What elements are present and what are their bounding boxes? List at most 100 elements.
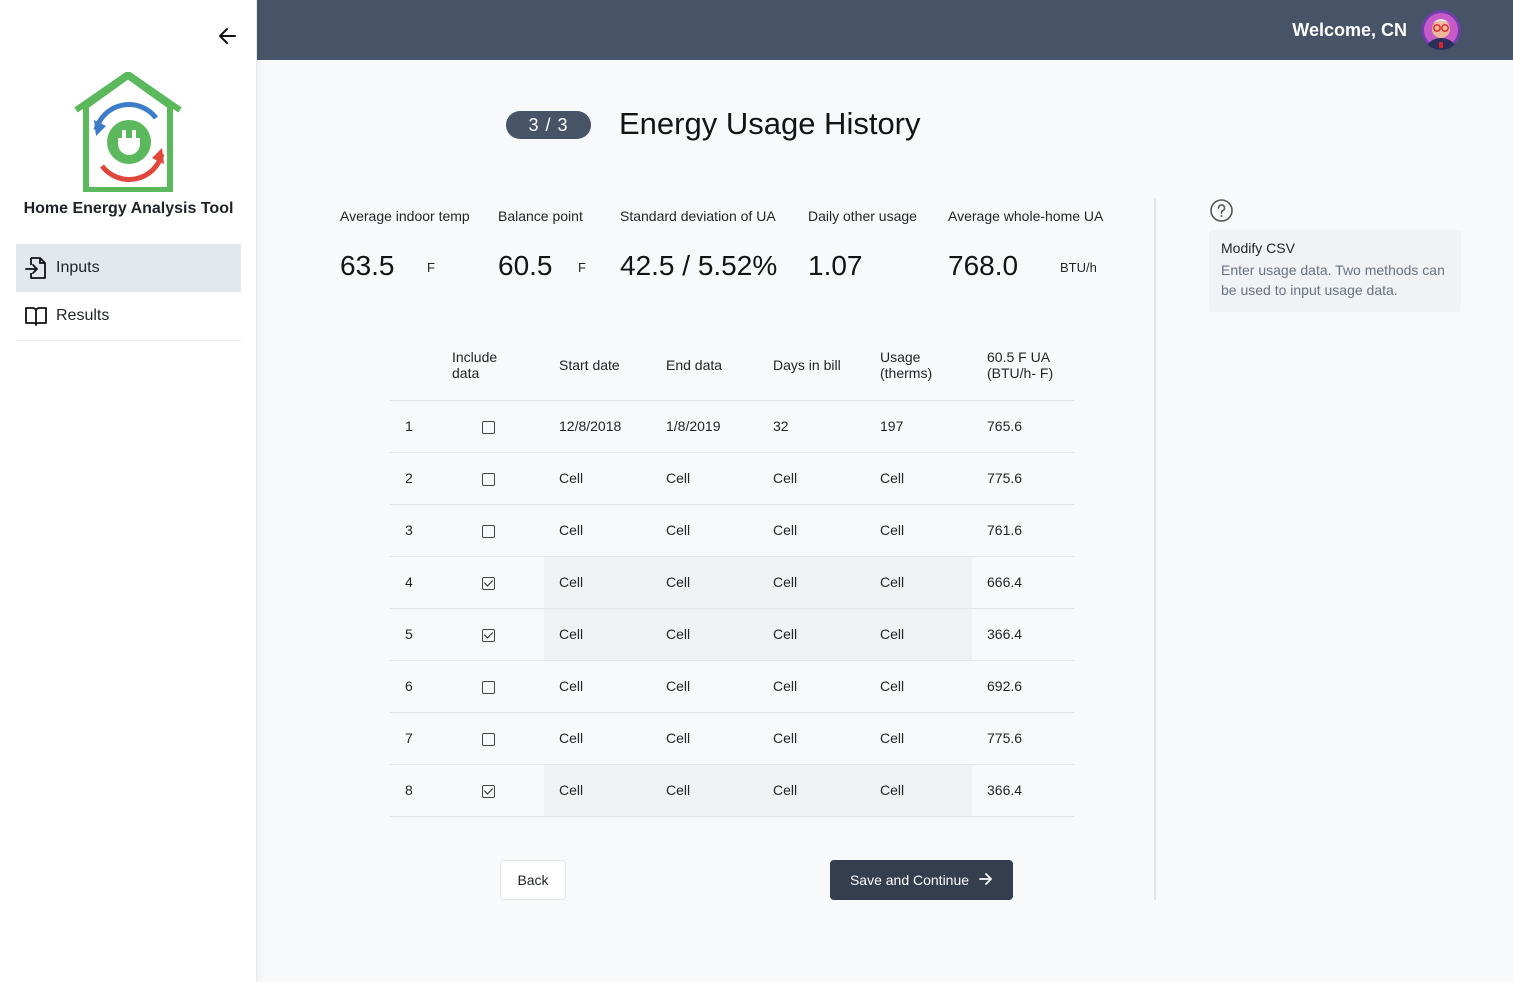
stat-label: Average indoor temp <box>340 208 470 224</box>
help-title: Modify CSV <box>1221 240 1295 256</box>
back-button[interactable]: Back <box>500 860 566 900</box>
end-date-cell: 1/8/2019 <box>651 399 758 452</box>
ua-cell: 765.6 <box>972 399 1074 452</box>
row-index: 6 <box>390 659 436 712</box>
stat-daily-other-usage: Daily other usage 1.07 <box>808 208 917 281</box>
include-checkbox[interactable] <box>482 524 495 538</box>
include-cell <box>436 451 544 504</box>
days-cell: Cell <box>758 711 865 764</box>
arrow-right-icon <box>979 872 993 889</box>
include-checkbox[interactable] <box>482 472 495 486</box>
avatar[interactable] <box>1421 10 1461 50</box>
usage-cell: Cell <box>865 607 972 660</box>
stat-value: 63.5 <box>340 250 395 281</box>
include-checkbox[interactable] <box>482 420 495 434</box>
ua-cell: 366.4 <box>972 763 1074 817</box>
end-date-cell: Cell <box>651 711 758 764</box>
end-date-cell: Cell <box>651 555 758 608</box>
table-row: 4 Cell Cell Cell Cell 666.4 <box>390 555 1074 608</box>
include-checkbox[interactable] <box>482 680 495 694</box>
days-cell: Cell <box>758 555 865 608</box>
stat-unit: F <box>578 260 586 275</box>
ua-cell: 775.6 <box>972 711 1074 764</box>
column-header-index <box>390 330 436 400</box>
usage-cell: Cell <box>865 711 972 764</box>
days-cell: Cell <box>758 763 865 817</box>
stat-average-whole-home-ua: Average whole-home UA 768.0 BTU/h <box>948 208 1104 281</box>
column-header-ua: 60.5 F UA (BTU/h- F) <box>972 330 1074 400</box>
stat-label: Standard deviation of UA <box>620 208 776 224</box>
arrow-left-icon[interactable] <box>216 24 240 48</box>
help-description: Enter usage data. Two methods can be use… <box>1221 262 1445 298</box>
page-title: Energy Usage History <box>619 106 921 141</box>
nav-divider <box>16 340 241 341</box>
usage-cell: Cell <box>865 503 972 556</box>
row-index: 5 <box>390 607 436 660</box>
save-and-continue-button[interactable]: Save and Continue <box>830 860 1013 900</box>
table-row: 2 Cell Cell Cell Cell 775.6 <box>390 451 1074 504</box>
row-index: 2 <box>390 451 436 504</box>
column-header-line: Usage <box>880 348 921 365</box>
question-circle-icon[interactable] <box>1209 198 1234 223</box>
usage-cell: Cell <box>865 451 972 504</box>
start-date-cell: Cell <box>544 763 651 817</box>
stat-value: 1.07 <box>808 250 863 281</box>
table-row: 5 Cell Cell Cell Cell 366.4 <box>390 607 1074 660</box>
table-row: 3 Cell Cell Cell Cell 761.6 <box>390 503 1074 556</box>
start-date-cell: Cell <box>544 451 651 504</box>
include-cell <box>436 763 544 817</box>
end-date-cell: Cell <box>651 607 758 660</box>
sidebar-item-results[interactable]: Results <box>16 292 241 340</box>
stat-value: 60.5 <box>498 250 553 281</box>
ua-cell: 666.4 <box>972 555 1074 608</box>
column-header-line: (BTU/h- F) <box>987 364 1054 381</box>
end-date-cell: Cell <box>651 659 758 712</box>
stat-label: Daily other usage <box>808 208 917 224</box>
column-header-end-date: End data <box>666 356 723 373</box>
app-name: Home Energy Analysis Tool <box>23 200 234 217</box>
row-index: 4 <box>390 555 436 608</box>
include-cell <box>436 607 544 660</box>
start-date-cell: Cell <box>544 555 651 608</box>
start-date-cell: Cell <box>544 503 651 556</box>
days-cell: 32 <box>758 399 865 452</box>
end-date-cell: Cell <box>651 503 758 556</box>
usage-cell: Cell <box>865 763 972 817</box>
stat-value: 768.0 <box>948 250 1019 281</box>
usage-cell: Cell <box>865 659 972 712</box>
usage-cell: 197 <box>865 399 972 452</box>
table-body: 1 12/8/2018 1/8/2019 32 197 765.6 2 Cell Cell Cel… <box>390 399 1074 817</box>
column-header-line: (therms) <box>880 364 933 381</box>
sidebar: Home Energy Analysis Tool Inputs Results <box>0 0 257 982</box>
sidebar-item-inputs[interactable]: Inputs <box>16 244 241 292</box>
column-header-days-in-bill: Days in bill <box>773 356 841 373</box>
save-button-label: Save and Continue <box>849 872 970 888</box>
ua-cell: 366.4 <box>972 607 1074 660</box>
days-cell: Cell <box>758 503 865 556</box>
usage-cell: Cell <box>865 555 972 608</box>
row-index: 7 <box>390 711 436 764</box>
stat-label: Average whole-home UA <box>948 208 1104 224</box>
days-cell: Cell <box>758 607 865 660</box>
row-index: 8 <box>390 763 436 817</box>
column-header-include: Include data <box>436 330 544 400</box>
include-cell <box>436 503 544 556</box>
stat-label: Balance point <box>498 208 583 224</box>
include-cell <box>436 555 544 608</box>
ua-cell: 761.6 <box>972 503 1074 556</box>
days-cell: Cell <box>758 451 865 504</box>
include-checkbox[interactable] <box>482 732 495 746</box>
stat-balance-point: Balance point 60.5 F <box>498 208 586 281</box>
include-checkbox[interactable] <box>482 784 495 798</box>
start-date-cell: 12/8/2018 <box>544 399 651 452</box>
end-date-cell: Cell <box>651 451 758 504</box>
include-checkbox[interactable] <box>482 576 495 590</box>
row-index: 1 <box>390 399 436 452</box>
stat-value: 42.5 / 5.52% <box>620 250 778 281</box>
sidebar-item-label: Inputs <box>56 259 100 276</box>
ua-cell: 775.6 <box>972 451 1074 504</box>
include-cell <box>436 711 544 764</box>
step-badge: 3 / 3 <box>506 111 591 139</box>
include-checkbox[interactable] <box>482 628 495 642</box>
table-row: 1 12/8/2018 1/8/2019 32 197 765.6 <box>390 399 1074 452</box>
